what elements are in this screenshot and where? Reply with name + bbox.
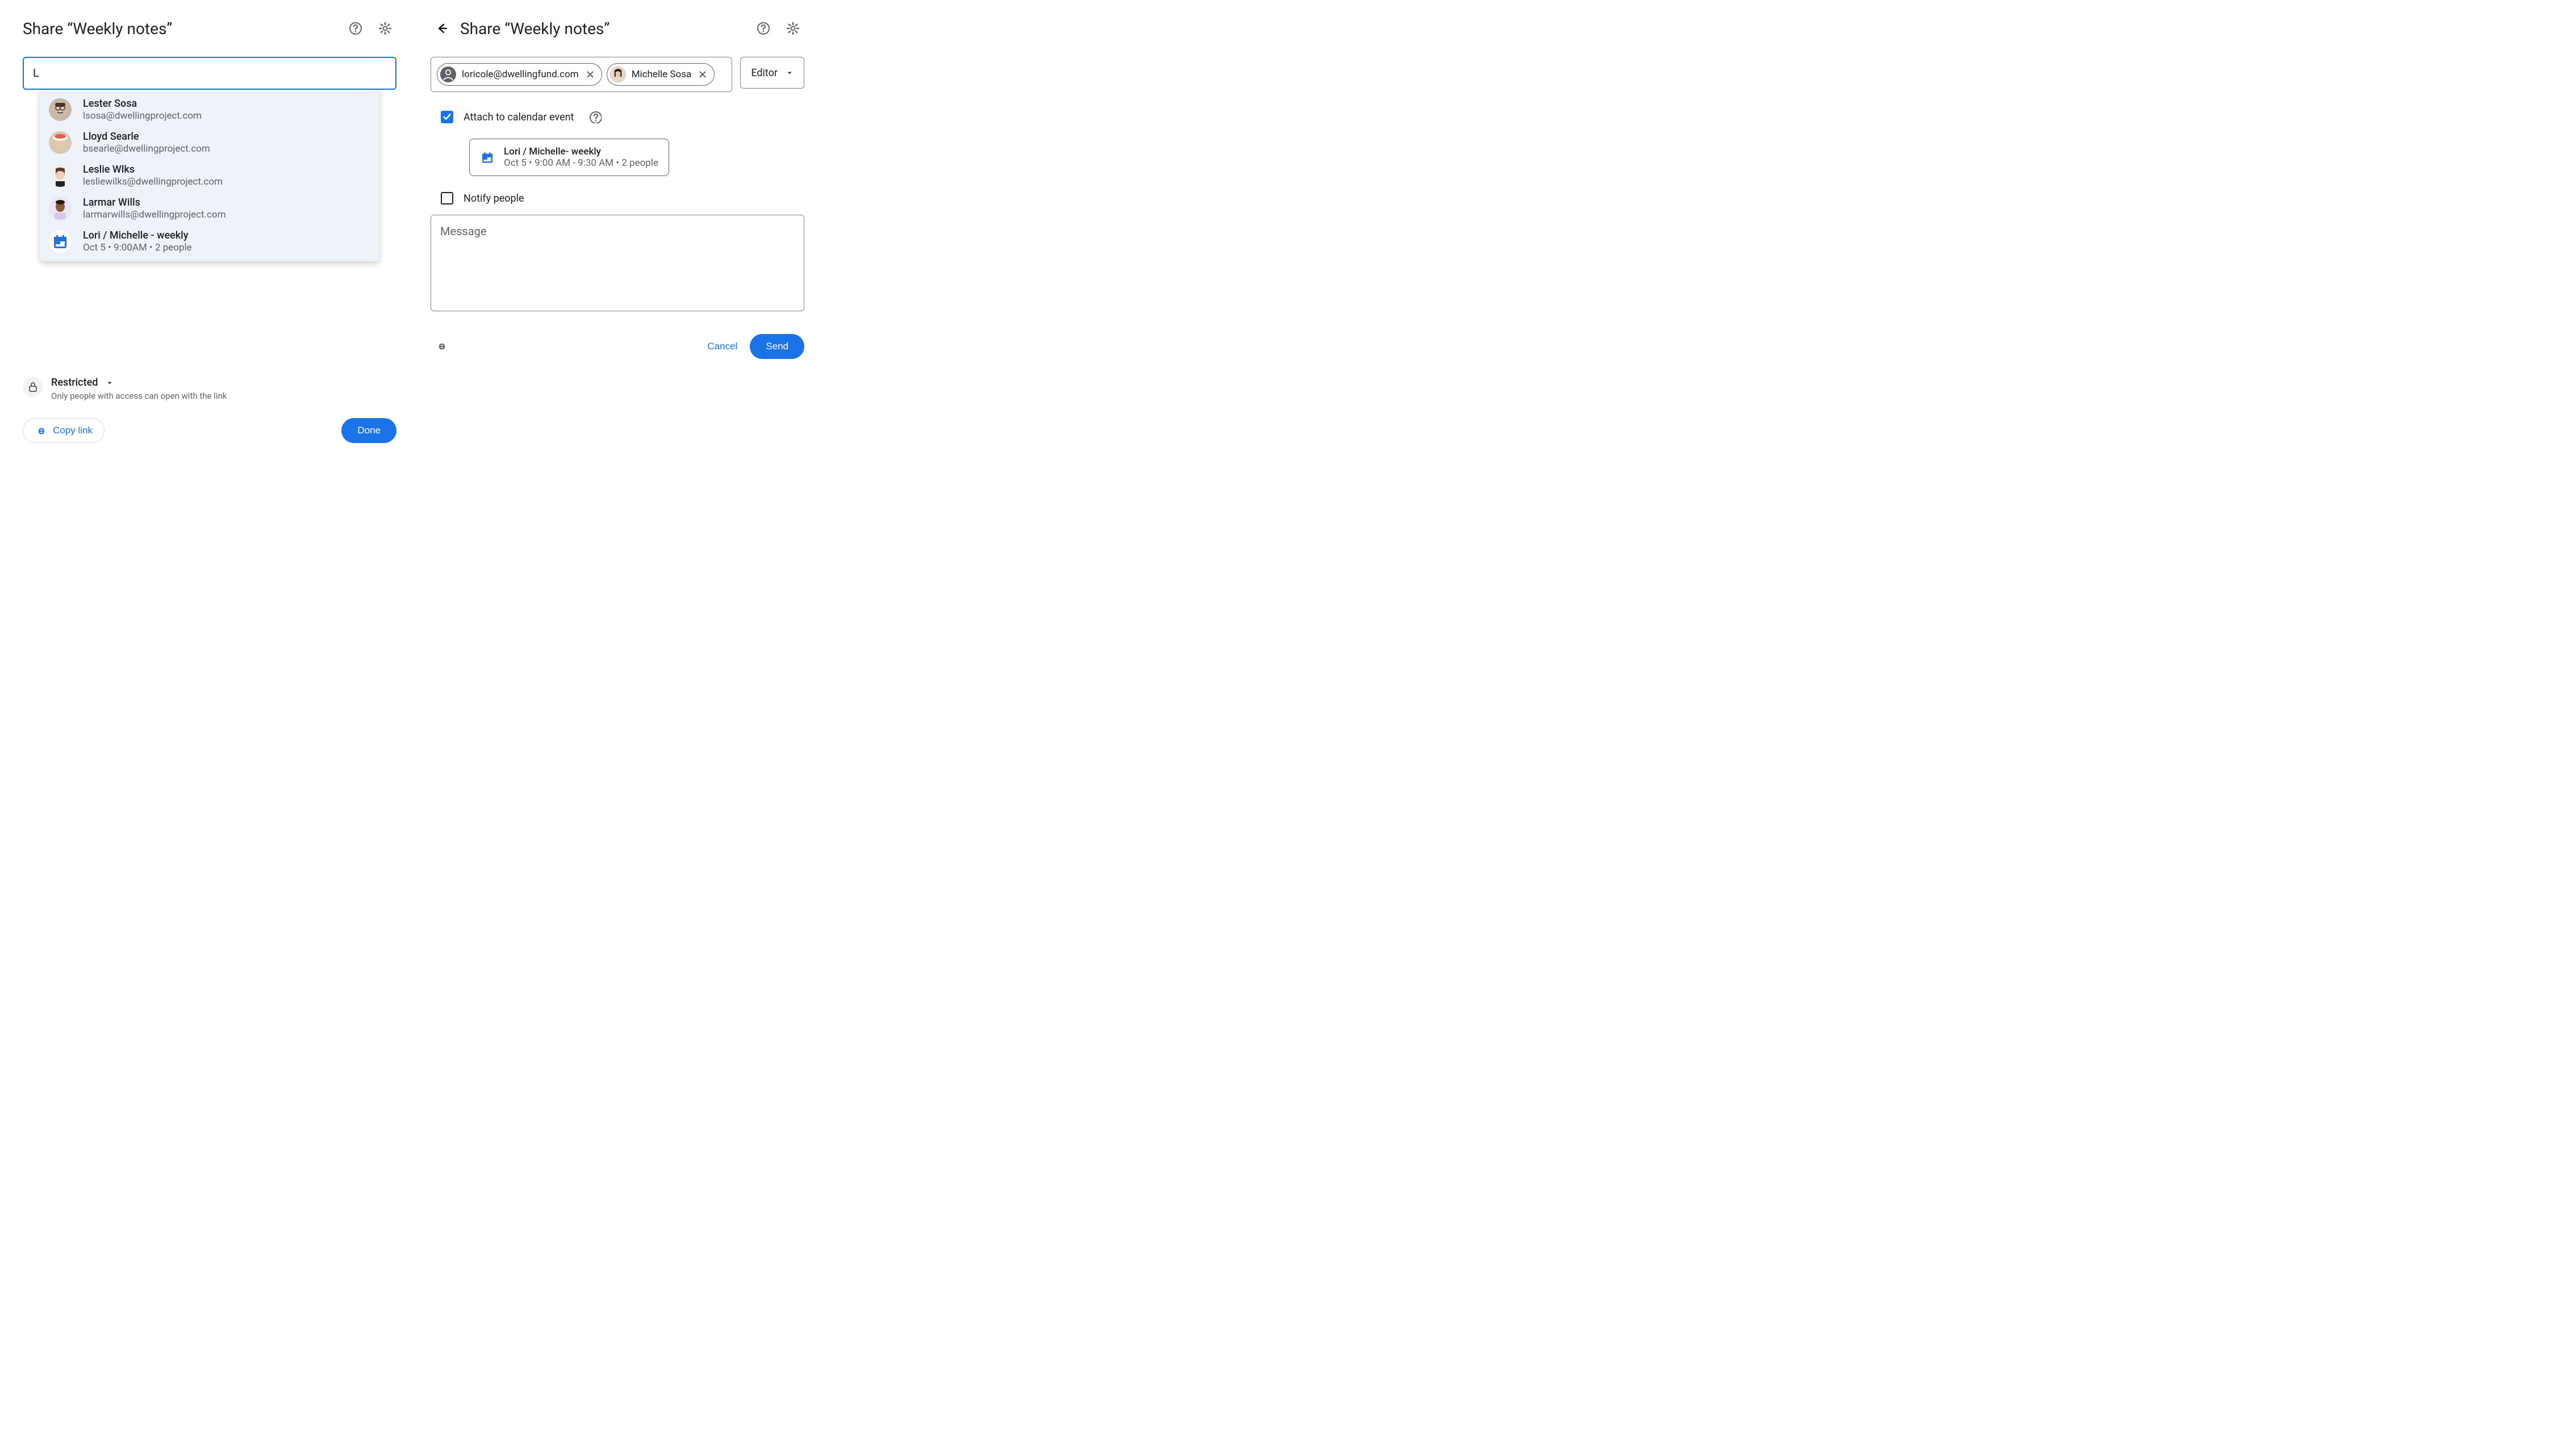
suggestion-name: Lori / Michelle - weekly — [83, 229, 192, 241]
calendar-event-card[interactable]: Lori / Michelle- weekly Oct 5 • 9:00 AM … — [469, 139, 669, 176]
notify-people-label: Notify people — [464, 193, 524, 204]
copy-link-icon-button[interactable] — [431, 335, 453, 358]
settings-button[interactable] — [374, 17, 396, 40]
footer-actions: Cancel Send — [431, 334, 804, 359]
recipient-chip[interactable]: loricole@dwellingfund.com — [437, 63, 602, 86]
suggestion-email: larmarwills@dwellingproject.com — [83, 209, 226, 220]
dialog-title: Share “Weekly notes” — [460, 19, 745, 38]
cancel-button[interactable]: Cancel — [695, 334, 750, 359]
avatar — [49, 164, 72, 187]
suggestion-name: Leslie Wlks — [83, 164, 223, 176]
event-detail: Oct 5 • 9:00 AM - 9:30 AM • 2 people — [504, 157, 658, 169]
chip-label: loricole@dwellingfund.com — [462, 69, 579, 80]
settings-button[interactable] — [782, 17, 804, 40]
suggestion-email: lsosa@dwellingproject.com — [83, 110, 202, 122]
attach-calendar-row: Attach to calendar event — [441, 106, 794, 128]
people-search-input[interactable] — [23, 57, 396, 90]
autocomplete-dropdown: Lester Sosa lsosa@dwellingproject.com Ll… — [40, 90, 379, 261]
done-button[interactable]: Done — [341, 418, 396, 443]
recipient-chip[interactable]: Michelle Sosa — [607, 63, 715, 86]
message-placeholder: Message — [440, 224, 486, 238]
caret-down-icon — [786, 69, 794, 77]
send-button[interactable]: Send — [750, 334, 804, 359]
suggestion-name: Lloyd Searle — [83, 131, 210, 143]
recipients-row: loricole@dwellingfund.com Michelle Sosa … — [431, 57, 804, 92]
suggestion-email: bsearle@dwellingproject.com — [83, 143, 210, 154]
message-textarea[interactable]: Message — [431, 215, 804, 311]
dialog-header: Share “Weekly notes” — [431, 17, 804, 40]
back-button[interactable] — [431, 17, 453, 40]
suggestion-detail: Oct 5 • 9:00AM • 2 people — [83, 242, 192, 253]
notify-people-checkbox[interactable] — [441, 192, 453, 204]
help-button[interactable] — [752, 17, 775, 40]
dialog-title: Share “Weekly notes” — [23, 19, 337, 38]
avatar — [49, 98, 72, 121]
share-dialog-suggest: Share “Weekly notes” Lester Sosa lsosa@d… — [6, 11, 414, 454]
attach-calendar-label: Attach to calendar event — [464, 111, 574, 123]
access-dropdown[interactable]: Restricted — [51, 377, 227, 389]
search-wrapper: Lester Sosa lsosa@dwellingproject.com Ll… — [23, 57, 396, 90]
suggestion-item[interactable]: Leslie Wlks lesliewilks@dwellingproject.… — [40, 159, 379, 192]
chip-remove-button[interactable] — [697, 69, 708, 80]
general-access-row: Restricted Only people with access can o… — [23, 377, 396, 401]
suggestion-name: Lester Sosa — [83, 98, 202, 110]
recipients-input[interactable]: loricole@dwellingfund.com Michelle Sosa — [431, 57, 732, 92]
footer-actions: Copy link Done — [23, 418, 396, 443]
suggestion-item-event[interactable]: Lori / Michelle - weekly Oct 5 • 9:00AM … — [40, 225, 379, 258]
dialog-header: Share “Weekly notes” — [23, 17, 396, 40]
suggestion-item[interactable]: Lloyd Searle bsearle@dwellingproject.com — [40, 126, 379, 159]
attach-calendar-checkbox[interactable] — [441, 111, 453, 123]
event-title: Lori / Michelle- weekly — [504, 146, 658, 157]
suggestion-email: lesliewilks@dwellingproject.com — [83, 176, 223, 187]
share-dialog-send: Share “Weekly notes” loricole@dwellingfu… — [414, 11, 821, 454]
access-label-text: Restricted — [51, 377, 98, 389]
suggestion-item[interactable]: Larmar Wills larmarwills@dwellingproject… — [40, 192, 379, 225]
check-icon — [442, 112, 452, 122]
person-icon — [440, 66, 456, 82]
dialog-footer-section: Restricted Only people with access can o… — [23, 377, 396, 443]
avatar — [49, 131, 72, 154]
attach-help-button[interactable] — [584, 106, 607, 128]
calendar-icon — [49, 230, 72, 253]
copy-link-button[interactable]: Copy link — [23, 418, 105, 443]
chip-label: Michelle Sosa — [632, 69, 692, 80]
avatar — [610, 66, 626, 82]
avatar — [49, 197, 72, 220]
role-dropdown[interactable]: Editor — [740, 57, 804, 89]
caret-down-icon — [106, 379, 114, 387]
help-button[interactable] — [344, 17, 367, 40]
role-label: Editor — [751, 67, 778, 79]
link-icon — [35, 424, 47, 437]
lock-icon — [23, 377, 43, 397]
access-description: Only people with access can open with th… — [51, 391, 227, 401]
calendar-icon — [480, 150, 495, 165]
suggestion-name: Larmar Wills — [83, 197, 226, 208]
chip-remove-button[interactable] — [584, 69, 596, 80]
suggestion-item[interactable]: Lester Sosa lsosa@dwellingproject.com — [40, 93, 379, 126]
copy-link-label: Copy link — [53, 425, 93, 436]
notify-people-row: Notify people — [441, 192, 794, 204]
